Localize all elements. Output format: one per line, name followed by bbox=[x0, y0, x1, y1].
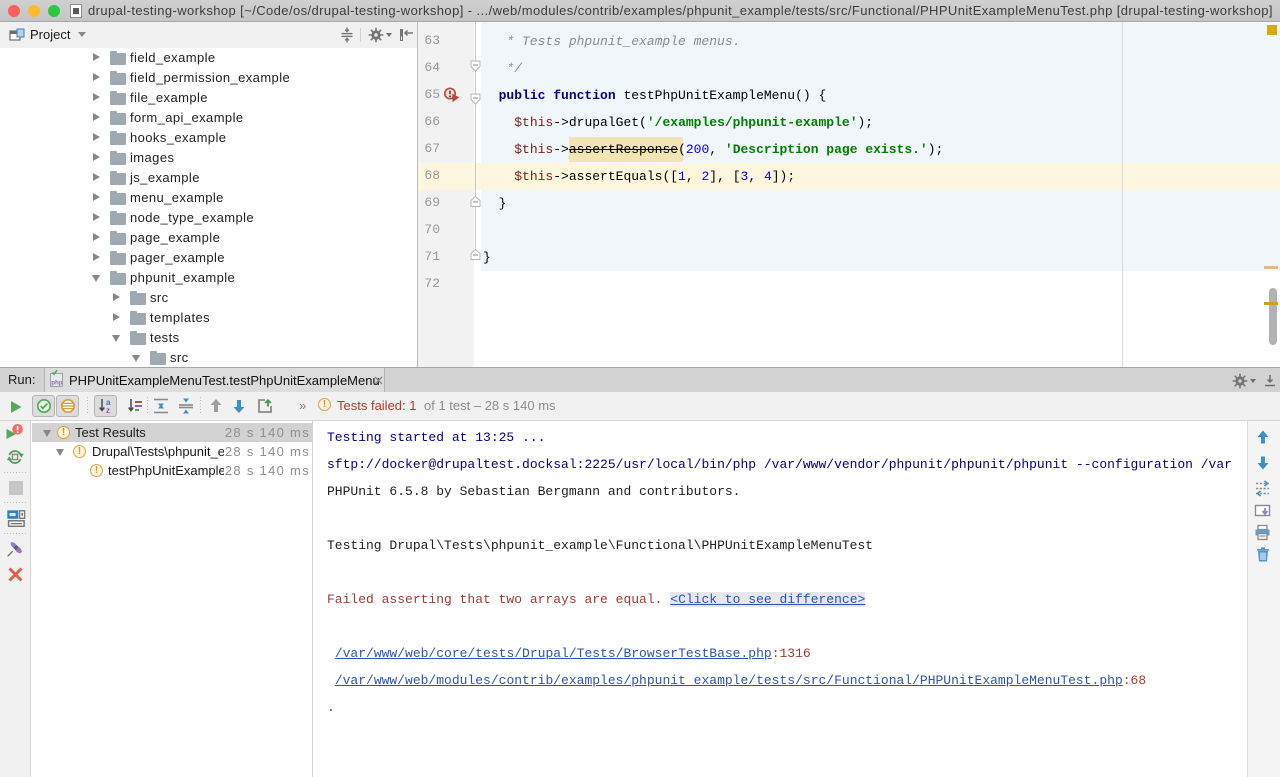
svg-text:php: php bbox=[51, 380, 63, 387]
svg-text:z: z bbox=[106, 406, 110, 415]
